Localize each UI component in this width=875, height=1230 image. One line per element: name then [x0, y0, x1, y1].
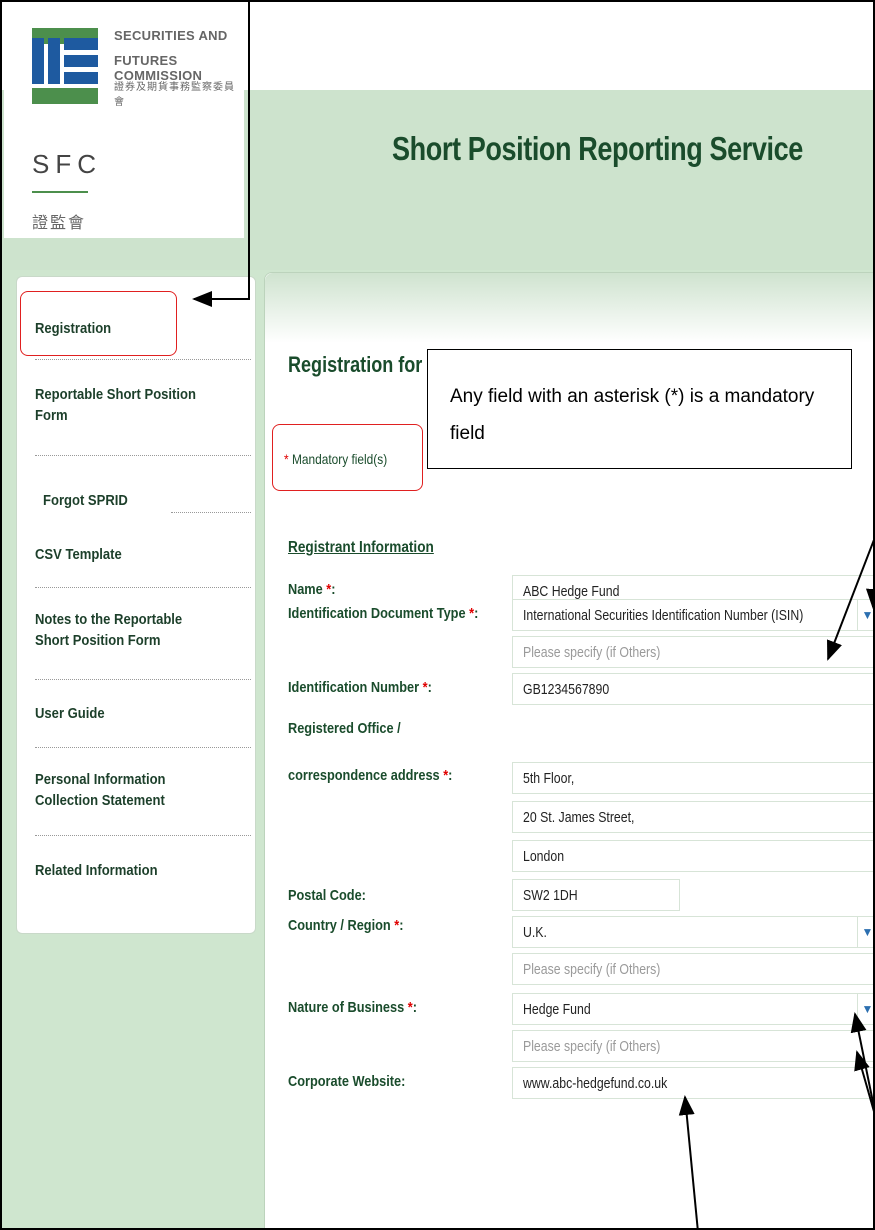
- annotation-arrows: [192, 2, 873, 1228]
- page-frame: SECURITIES AND FUTURES COMMISSION 證券及期貨事…: [0, 0, 875, 1230]
